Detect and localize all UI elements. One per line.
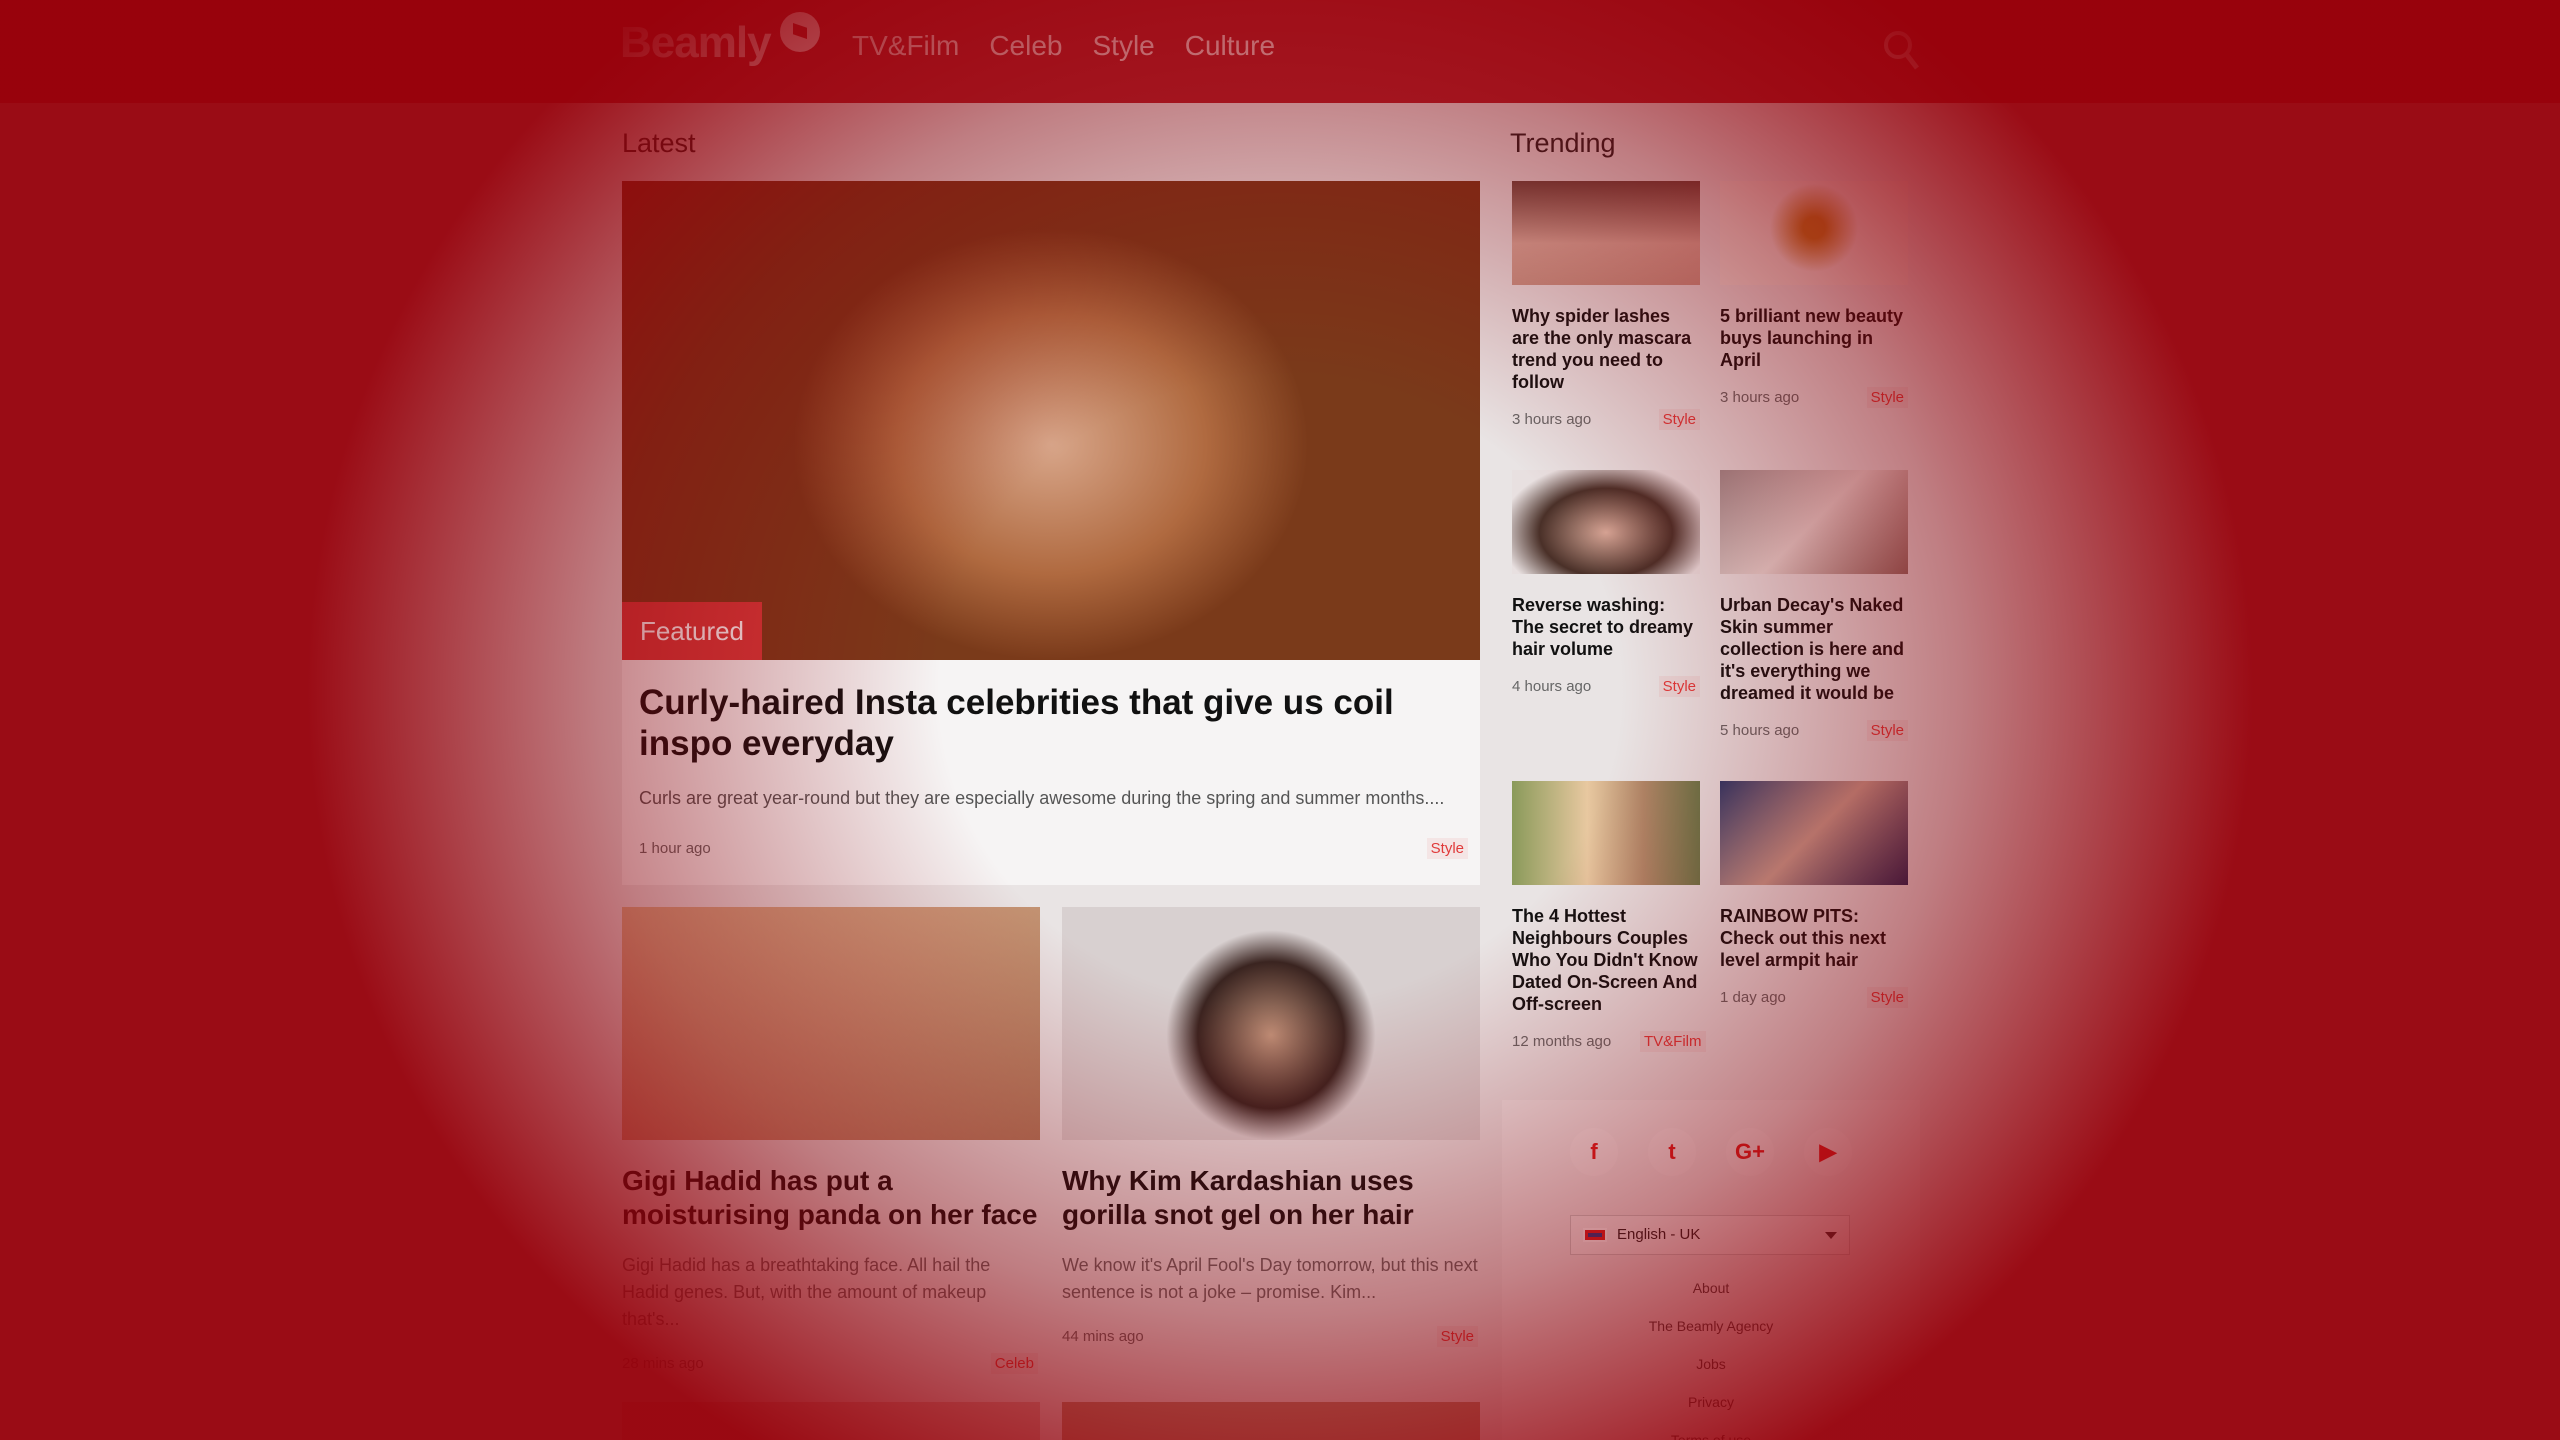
trending-title[interactable]: RAINBOW PITS: Check out this next level … [1720, 905, 1908, 971]
trending-tag[interactable]: Style [1866, 387, 1908, 408]
footer-link-privacy[interactable]: Privacy [1502, 1394, 1920, 1432]
trending-tag[interactable]: TV&Film [1640, 1031, 1706, 1052]
featured-badge: Featured [622, 602, 762, 660]
trending-item[interactable]: Urban Decay's Naked Skin summer collecti… [1720, 470, 1908, 748]
trending-time: 12 months ago [1512, 1033, 1612, 1050]
nav-tvfilm[interactable]: TV&Film [852, 30, 959, 62]
article-image[interactable] [622, 1402, 1040, 1440]
article-image[interactable] [622, 907, 1040, 1140]
article-image[interactable] [1062, 1402, 1480, 1440]
main-nav: TV&Film Celeb Style Culture [852, 30, 1275, 62]
latest-heading: Latest [622, 128, 696, 158]
featured-tag[interactable]: Style [1426, 838, 1468, 859]
trending-title[interactable]: The 4 Hottest Neighbours Couples Who You… [1512, 905, 1700, 1015]
article-image[interactable] [1062, 907, 1480, 1140]
trending-image[interactable] [1720, 181, 1908, 285]
sidebar-footer: f t G+ ▶ English - UK About The Beamly A… [1502, 1100, 1920, 1440]
nav-culture[interactable]: Culture [1185, 30, 1275, 62]
nav-style[interactable]: Style [1093, 30, 1155, 62]
language-select[interactable]: English - UK [1570, 1215, 1850, 1255]
featured-title[interactable]: Curly-haired Insta celebrities that give… [639, 682, 1469, 764]
article-desc: We know it's April Fool's Day tomorrow, … [1062, 1255, 1478, 1302]
trending-image[interactable] [1720, 781, 1908, 885]
trending-heading: Trending [1510, 128, 1616, 158]
trending-time: 3 hours ago [1720, 389, 1800, 406]
trending-title[interactable]: 5 brilliant new beauty buys launching in… [1720, 305, 1908, 371]
trending-time: 4 hours ago [1512, 678, 1592, 695]
article-time: 28 mins ago [622, 1355, 704, 1372]
trending-time: 5 hours ago [1720, 722, 1800, 739]
trending-item[interactable]: Reverse washing: The secret to dreamy ha… [1512, 470, 1700, 704]
trending-image[interactable] [1720, 470, 1908, 574]
twitter-icon[interactable]: t [1648, 1128, 1696, 1176]
nav-celeb[interactable]: Celeb [989, 30, 1062, 62]
youtube-icon[interactable]: ▶ [1804, 1128, 1852, 1176]
trending-item[interactable]: 5 brilliant new beauty buys launching in… [1720, 181, 1908, 415]
trending-item[interactable]: Why spider lashes are the only mascara t… [1512, 181, 1700, 437]
trending-item[interactable]: RAINBOW PITS: Check out this next level … [1720, 781, 1908, 1015]
featured-desc: Curls are great year-round but they are … [639, 788, 1445, 808]
uk-flag-icon [1583, 1228, 1607, 1242]
trending-tag[interactable]: Style [1658, 676, 1700, 697]
trending-time: 3 hours ago [1512, 411, 1592, 428]
footer-link-jobs[interactable]: Jobs [1502, 1356, 1920, 1394]
article-card[interactable]: Gigi Hadid has put a moisturising panda … [622, 907, 1040, 1374]
beamly-logo[interactable]: Beamly [620, 18, 772, 68]
trending-item[interactable]: The 4 Hottest Neighbours Couples Who You… [1512, 781, 1706, 1059]
trending-tag[interactable]: Style [1866, 987, 1908, 1008]
google-plus-icon[interactable]: G+ [1726, 1128, 1774, 1176]
trending-title[interactable]: Reverse washing: The secret to dreamy ha… [1512, 594, 1700, 660]
logo-badge-icon [780, 12, 820, 52]
search-icon[interactable] [1882, 28, 1920, 72]
trending-tag[interactable]: Style [1658, 409, 1700, 430]
footer-link-terms[interactable]: Terms of use [1502, 1432, 1920, 1440]
language-value: English - UK [1617, 1226, 1701, 1243]
trending-image[interactable] [1512, 470, 1700, 574]
trending-time: 1 day ago [1720, 989, 1786, 1006]
article-tag[interactable]: Celeb [990, 1353, 1038, 1374]
trending-image[interactable] [1512, 781, 1700, 885]
trending-image[interactable] [1512, 181, 1700, 285]
article-desc: Gigi Hadid has a breathtaking face. All … [622, 1255, 991, 1329]
featured-image[interactable] [622, 181, 1480, 660]
featured-time: 1 hour ago [639, 840, 711, 857]
article-title[interactable]: Gigi Hadid has put a moisturising panda … [622, 1164, 1040, 1232]
site-header: Beamly TV&Film Celeb Style Culture [0, 0, 2560, 103]
trending-title[interactable]: Urban Decay's Naked Skin summer collecti… [1720, 594, 1908, 704]
footer-link-agency[interactable]: The Beamly Agency [1502, 1318, 1920, 1356]
article-card[interactable]: Why Kim Kardashian uses gorilla snot gel… [1062, 907, 1480, 1347]
chevron-down-icon [1825, 1232, 1837, 1239]
featured-article[interactable]: Curly-haired Insta celebrities that give… [622, 660, 1480, 885]
facebook-icon[interactable]: f [1570, 1128, 1618, 1176]
trending-tag[interactable]: Style [1866, 720, 1908, 741]
article-tag[interactable]: Style [1436, 1326, 1478, 1347]
article-time: 44 mins ago [1062, 1328, 1144, 1345]
trending-title[interactable]: Why spider lashes are the only mascara t… [1512, 305, 1700, 393]
article-title[interactable]: Why Kim Kardashian uses gorilla snot gel… [1062, 1164, 1480, 1232]
footer-link-about[interactable]: About [1502, 1280, 1920, 1318]
